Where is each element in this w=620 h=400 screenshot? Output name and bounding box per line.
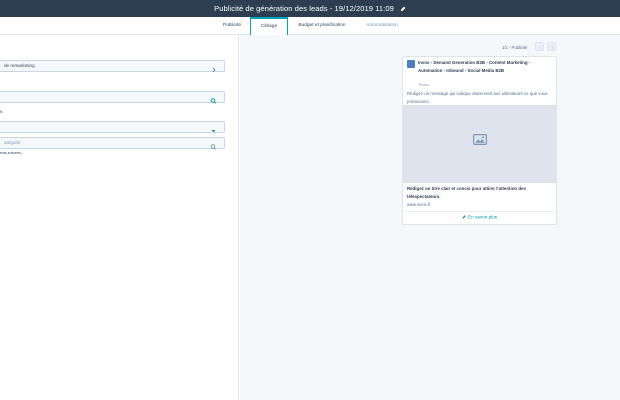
page-title-wrap: Publicité de génération des leads - 19/1… [0,0,620,17]
tab-ciblage[interactable]: Ciblage [250,17,288,36]
following-items-note: ents suivants : [0,151,23,155]
remarketing-label: de remarketing [4,63,35,68]
chevron-right-icon [551,45,554,50]
audience-search-input[interactable] [0,91,225,104]
ad-image-placeholder [403,105,556,183]
search-icon [209,139,218,150]
learn-more-label: En savoir plus [468,214,498,220]
ad-company-title: Invox - Demand Generation B2B - Content … [418,60,531,73]
ad-headline: Rédigez un titre clair et concis pour at… [407,186,526,199]
targeting-dropdown[interactable] [0,121,225,133]
ad-preview-card: Invox - Demand Generation B2B - Content … [402,56,557,225]
caret-down-icon [209,123,218,133]
tab-publicite[interactable]: Publicité [214,17,250,35]
image-icon [473,134,487,145]
top-bar: Publicité de génération des leads - 19/1… [0,0,620,17]
section-label: s [0,110,3,115]
tab-automatisation[interactable]: Automatisation [358,17,406,35]
card-divider [403,211,556,212]
category-search-input[interactable]: atégorie [0,137,225,150]
next-ad-button[interactable] [547,42,556,51]
pager-text: 1/1 - Publicité [502,45,528,50]
chevron-right-icon [209,62,218,73]
chevron-left-icon [539,45,542,50]
targeting-pane: de remarketing s atégorie ents suivants … [0,35,239,400]
company-logo [407,60,415,68]
tab-budget-planification[interactable]: Budget et planification [290,17,354,35]
ad-domain: www.invox.fr [407,202,431,207]
category-search-placeholder: atégorie [4,140,21,145]
ad-message: Rédigez un message qui indique clairemen… [407,91,548,104]
previous-ad-button[interactable] [535,42,544,51]
remarketing-list-select[interactable]: de remarketing [0,60,225,73]
pencil-icon [462,215,467,220]
promoted-label: Promu [419,83,429,87]
search-icon [209,93,218,104]
page-title: Publicité de génération des leads - 19/1… [214,4,394,13]
learn-more-button[interactable]: En savoir plus [403,214,556,220]
tab-bar: Publicité Ciblage Budget et planificatio… [0,17,620,36]
